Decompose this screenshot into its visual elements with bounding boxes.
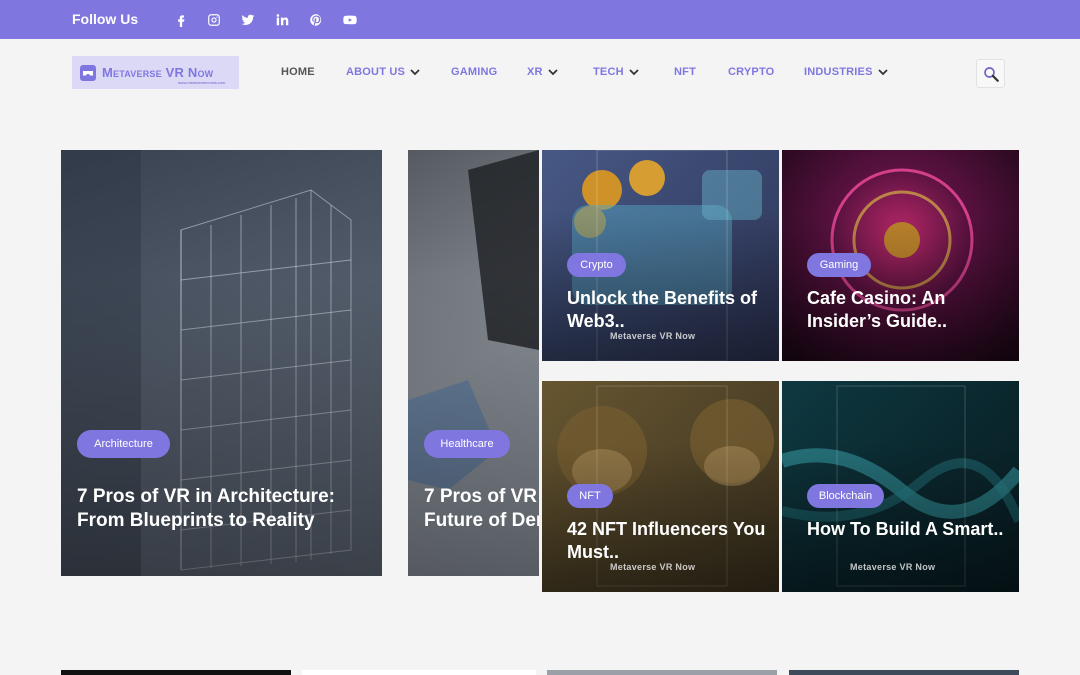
chevron-down-icon xyxy=(410,67,420,77)
post-title[interactable]: 42 NFT Influencers You Must.. xyxy=(567,518,767,563)
chevron-down-icon xyxy=(629,67,639,77)
category-badge[interactable]: NFT xyxy=(567,484,613,508)
post-card[interactable]: Crypto Unlock the Benefits of Web3.. Met… xyxy=(542,150,779,361)
watermark: Metaverse VR Now xyxy=(850,562,936,572)
youtube-icon[interactable] xyxy=(341,11,359,29)
next-post-preview[interactable] xyxy=(61,670,291,675)
instagram-icon[interactable] xyxy=(205,11,223,29)
nav-gaming[interactable]: GAMING xyxy=(451,66,497,78)
nav-about-us[interactable]: ABOUT US xyxy=(346,66,420,78)
nav-home[interactable]: HOME xyxy=(281,66,315,78)
next-post-preview[interactable] xyxy=(302,670,536,675)
logo-subtext: www.metaversevrnow.com xyxy=(178,80,226,85)
watermark: Metaverse VR Now xyxy=(610,331,696,341)
nav-xr[interactable]: XR xyxy=(527,66,558,78)
post-title[interactable]: 7 Pros of VR in Healthcare: Future of De… xyxy=(424,485,539,533)
site-logo[interactable]: Metaverse VR Now www.metaversevrnow.com xyxy=(72,56,239,89)
pinterest-icon[interactable] xyxy=(307,11,325,29)
category-badge[interactable]: Gaming xyxy=(807,253,871,277)
post-card[interactable]: Blockchain How To Build A Smart.. Metave… xyxy=(782,381,1019,592)
top-bar: Follow Us xyxy=(0,0,1080,39)
post-card[interactable]: NFT 42 NFT Influencers You Must.. Metave… xyxy=(542,381,779,592)
post-title[interactable]: 7 Pros of VR in Architecture: From Bluep… xyxy=(77,485,367,533)
next-post-preview[interactable] xyxy=(789,670,1019,675)
follow-us-label: Follow Us xyxy=(72,11,139,27)
category-badge[interactable]: Crypto xyxy=(567,253,626,277)
post-title[interactable]: Unlock the Benefits of Web3.. xyxy=(567,287,767,332)
post-card[interactable]: Gaming Cafe Casino: An Insider’s Guide.. xyxy=(782,150,1019,361)
category-badge[interactable]: Architecture xyxy=(77,430,170,458)
watermark: Metaverse VR Now xyxy=(610,562,696,572)
featured-post-card[interactable]: Healthcare 7 Pros of VR in Healthcare: F… xyxy=(408,150,539,576)
nav-industries[interactable]: INDUSTRIES xyxy=(804,66,888,78)
chevron-down-icon xyxy=(548,67,558,77)
search-button[interactable] xyxy=(976,59,1005,88)
chevron-down-icon xyxy=(877,67,888,77)
linkedin-icon[interactable] xyxy=(273,11,291,29)
twitter-icon[interactable] xyxy=(239,11,257,29)
next-post-preview[interactable] xyxy=(547,670,777,675)
post-title[interactable]: How To Build A Smart.. xyxy=(807,518,1007,541)
nav-tech[interactable]: TECH xyxy=(593,66,639,78)
facebook-icon[interactable] xyxy=(172,11,190,29)
search-icon xyxy=(983,66,999,82)
category-badge[interactable]: Blockchain xyxy=(807,484,884,508)
post-title[interactable]: Cafe Casino: An Insider’s Guide.. xyxy=(807,287,1007,332)
featured-post-card[interactable]: Architecture 7 Pros of VR in Architectur… xyxy=(61,150,382,576)
vr-headset-icon xyxy=(80,64,96,81)
nav-crypto[interactable]: CRYPTO xyxy=(728,66,774,78)
category-badge[interactable]: Healthcare xyxy=(424,430,510,458)
nav-nft[interactable]: NFT xyxy=(674,66,696,78)
logo-text: Metaverse VR Now xyxy=(102,65,214,80)
